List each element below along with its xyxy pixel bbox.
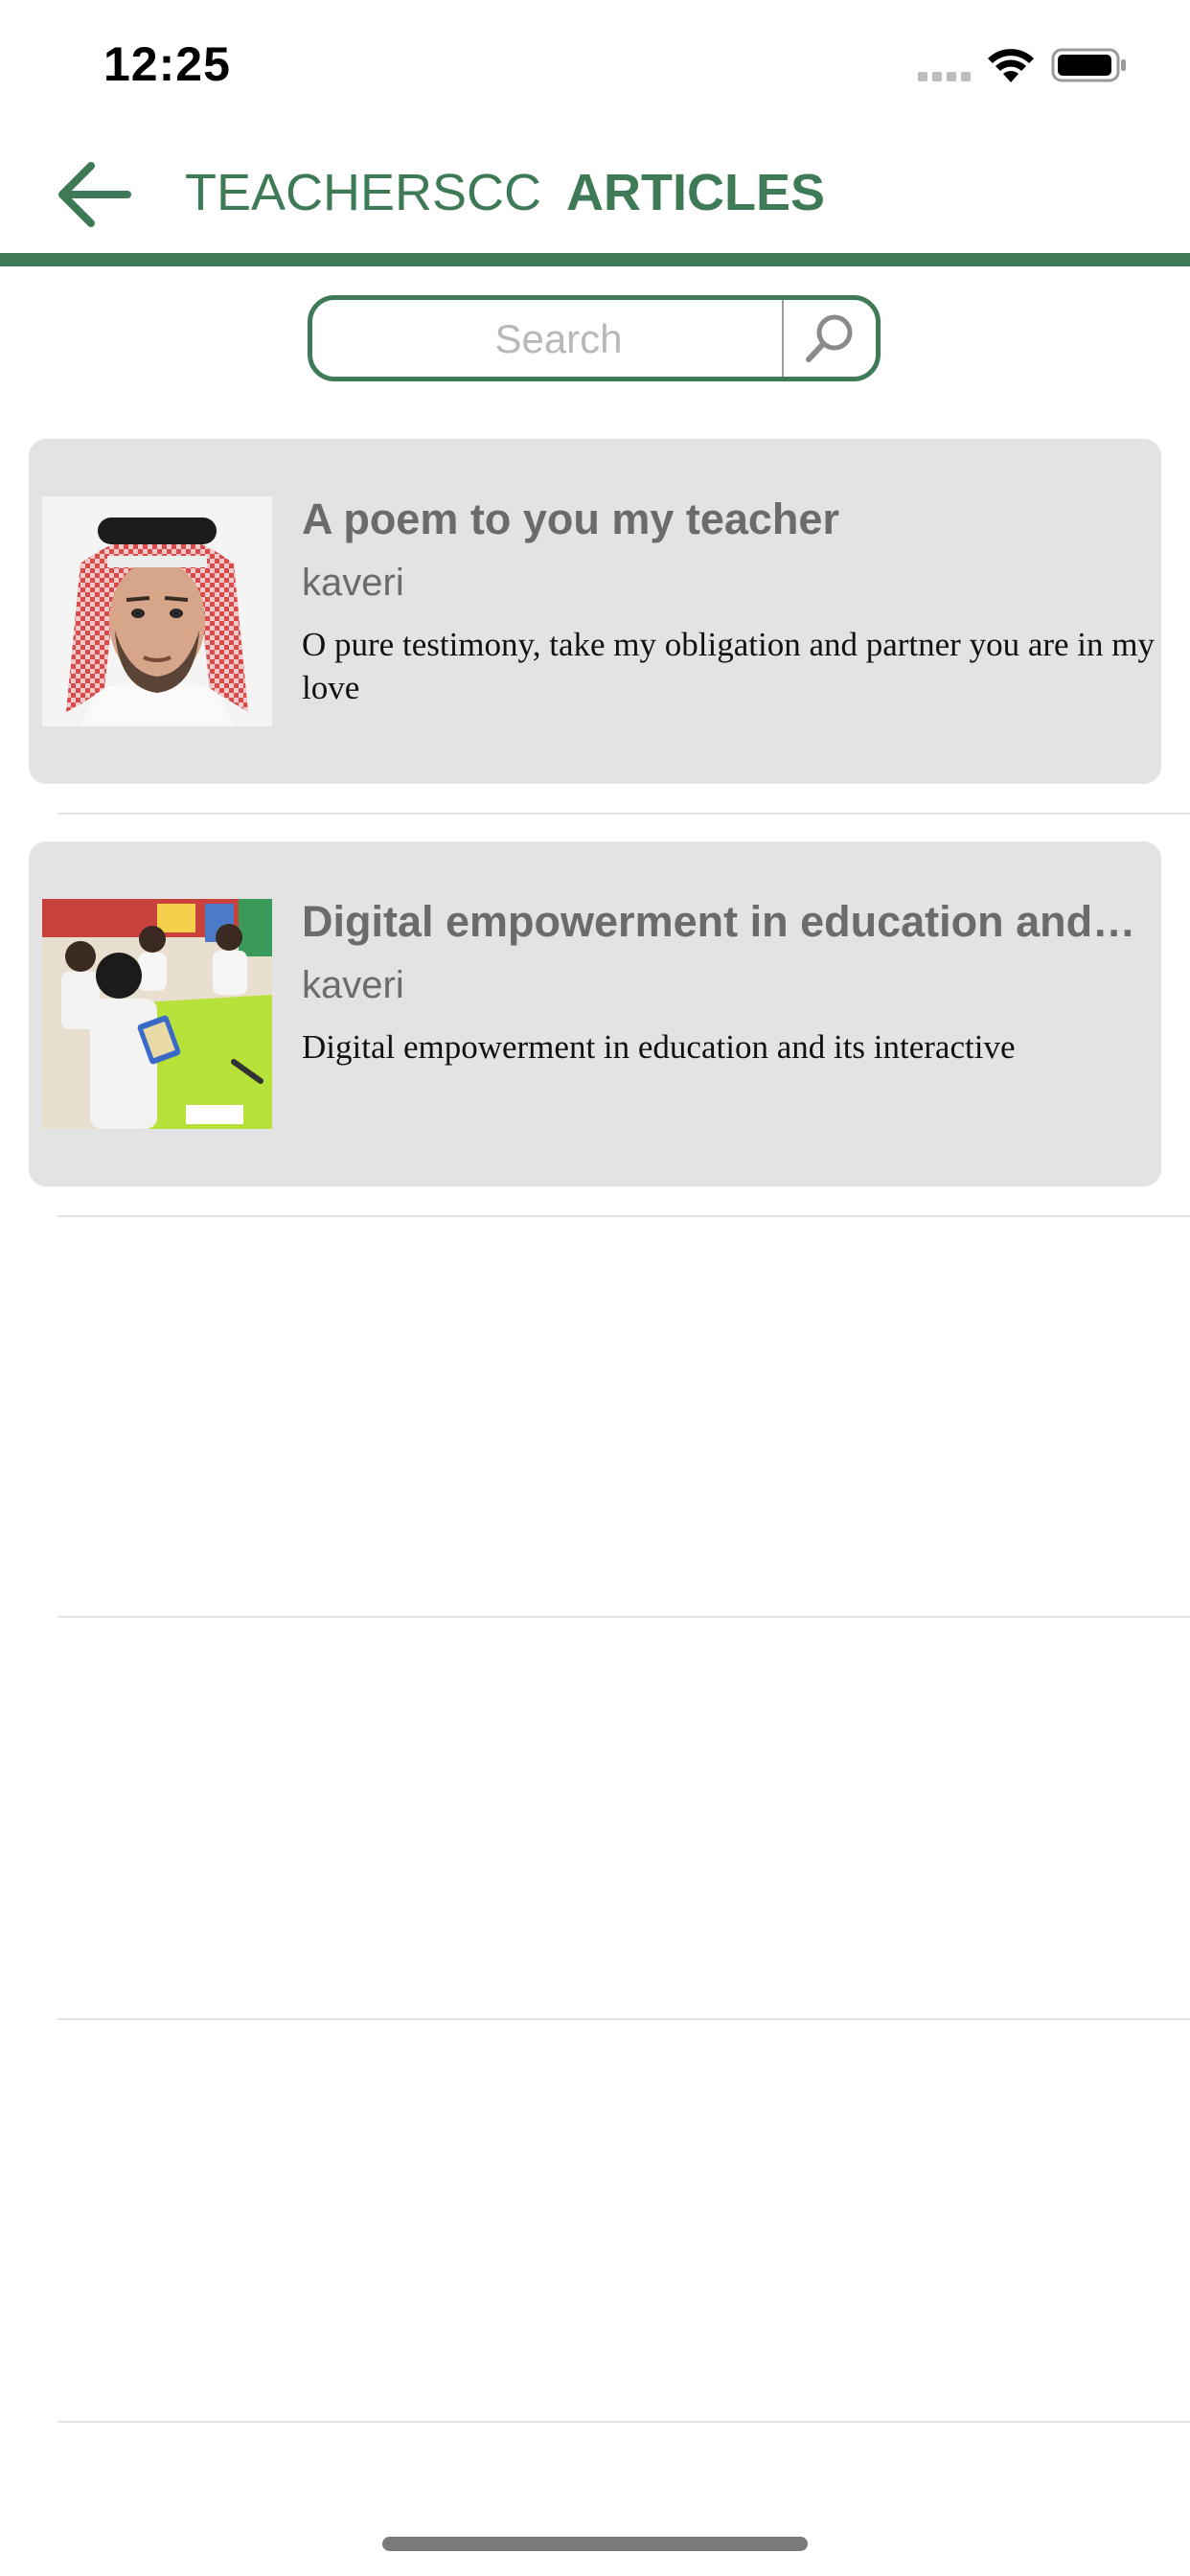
articles-screen: 12:25 TEACHERSCC ARTICLES Search A poem … xyxy=(0,0,1190,2576)
article-thumbnail xyxy=(42,496,272,726)
header-divider xyxy=(0,253,1190,266)
row-divider xyxy=(57,1215,1190,1217)
article-card[interactable]: A poem to you my teacher kaveri O pure t… xyxy=(29,439,1161,784)
section-label: ARTICLES xyxy=(566,164,826,221)
article-card[interactable]: Digital empowerment in education and its… xyxy=(29,841,1161,1186)
article-author: kaveri xyxy=(302,964,404,1006)
back-arrow-icon xyxy=(58,162,131,227)
classroom-photo-icon xyxy=(42,899,272,1129)
row-divider xyxy=(57,2421,1190,2423)
search-divider xyxy=(782,300,784,377)
status-time: 12:25 xyxy=(103,37,231,91)
portrait-photo-icon xyxy=(42,496,272,726)
status-bar: 12:25 xyxy=(0,0,1190,125)
article-excerpt: O pure testimony, take my obligation and… xyxy=(302,626,1156,706)
article-title: Digital empowerment in education and its… xyxy=(302,897,1145,946)
list-item[interactable]: Digital empowerment in education and its… xyxy=(0,815,1190,1217)
back-button[interactable] xyxy=(50,151,136,238)
row-divider xyxy=(57,1616,1190,1618)
search-input[interactable] xyxy=(322,300,795,379)
article-author: kaveri xyxy=(302,562,404,604)
search-button[interactable] xyxy=(791,305,868,372)
wifi-icon xyxy=(988,49,1034,82)
article-title: A poem to you my teacher xyxy=(302,494,839,543)
home-indicator[interactable] xyxy=(382,2537,808,2551)
search-bar xyxy=(308,295,881,381)
article-excerpt: Digital empowerment in education and its… xyxy=(302,1028,1016,1066)
search-icon xyxy=(806,314,853,362)
brand-label: TEACHERSCC xyxy=(185,164,542,221)
list-item[interactable]: A poem to you my teacher kaveri O pure t… xyxy=(0,412,1190,815)
page-title: TEACHERSCC ARTICLES xyxy=(185,163,825,222)
navigation-bar: TEACHERSCC ARTICLES xyxy=(0,125,1190,254)
article-thumbnail xyxy=(42,899,272,1129)
battery-icon xyxy=(1051,48,1126,82)
cellular-signal-icon xyxy=(918,72,971,81)
row-divider xyxy=(57,2018,1190,2020)
